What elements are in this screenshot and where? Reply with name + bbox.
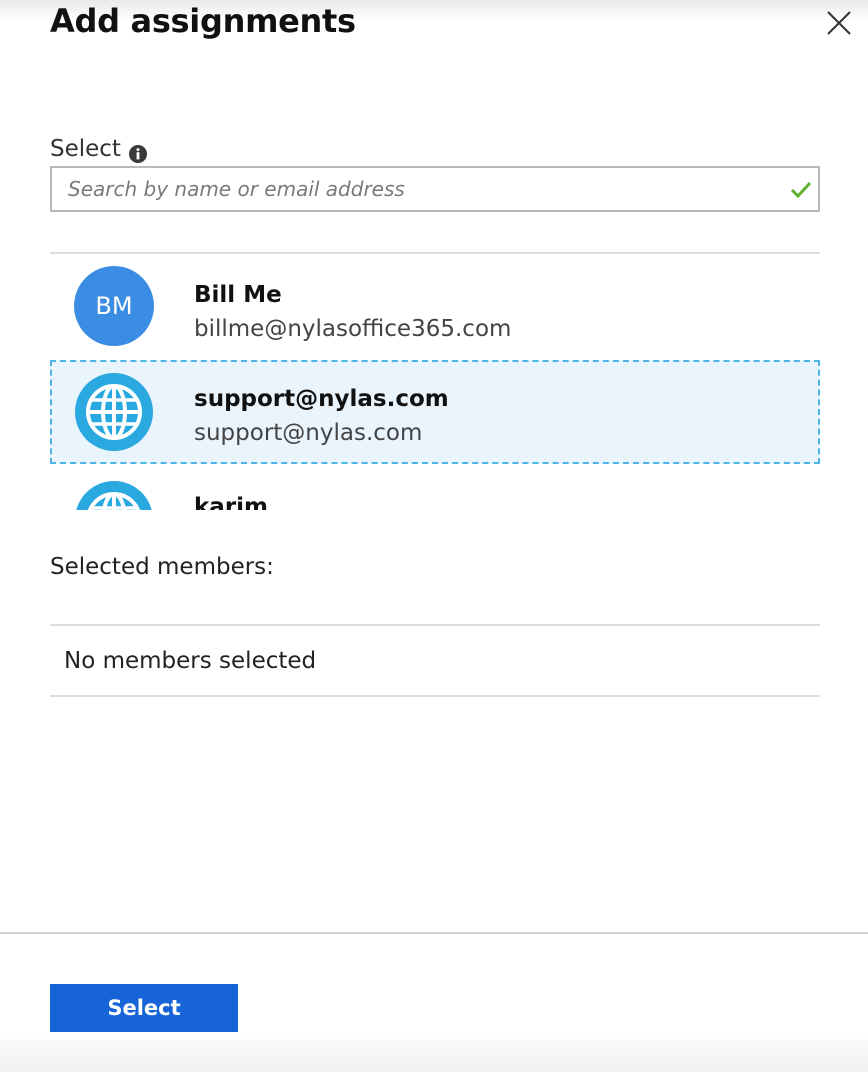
list-item[interactable]: karim: [50, 464, 820, 510]
list-item-name: karim: [194, 494, 269, 510]
selected-members-label: Selected members:: [50, 554, 274, 580]
search-input[interactable]: [68, 168, 768, 210]
checkmark-icon: [790, 181, 812, 199]
search-results-list[interactable]: BM Bill Me billme@nylasoffice365.com sup…: [50, 256, 820, 510]
list-item-email: support@nylas.com: [194, 420, 423, 446]
info-icon[interactable]: [128, 144, 148, 164]
selected-members-divider-bottom: [50, 695, 820, 697]
results-divider: [50, 252, 820, 254]
list-item-email: billme@nylasoffice365.com: [194, 316, 512, 342]
list-item-name: Bill Me: [194, 282, 282, 308]
footer-background: [0, 1030, 868, 1072]
select-button[interactable]: Select: [50, 984, 238, 1032]
avatar: BM: [74, 266, 154, 346]
list-item[interactable]: support@nylas.com support@nylas.com: [50, 360, 820, 464]
no-members-text: No members selected: [64, 648, 317, 674]
list-item[interactable]: BM Bill Me billme@nylasoffice365.com: [50, 256, 820, 360]
search-box: [50, 166, 820, 212]
close-icon: [827, 11, 851, 35]
globe-icon: [75, 373, 153, 451]
select-label: Select: [50, 136, 121, 162]
footer-divider: [0, 932, 868, 934]
selected-members-divider-top: [50, 624, 820, 626]
list-item-name: support@nylas.com: [194, 386, 449, 412]
globe-icon: [76, 481, 152, 510]
panel-title: Add assignments: [50, 2, 356, 40]
close-button[interactable]: [822, 6, 856, 40]
